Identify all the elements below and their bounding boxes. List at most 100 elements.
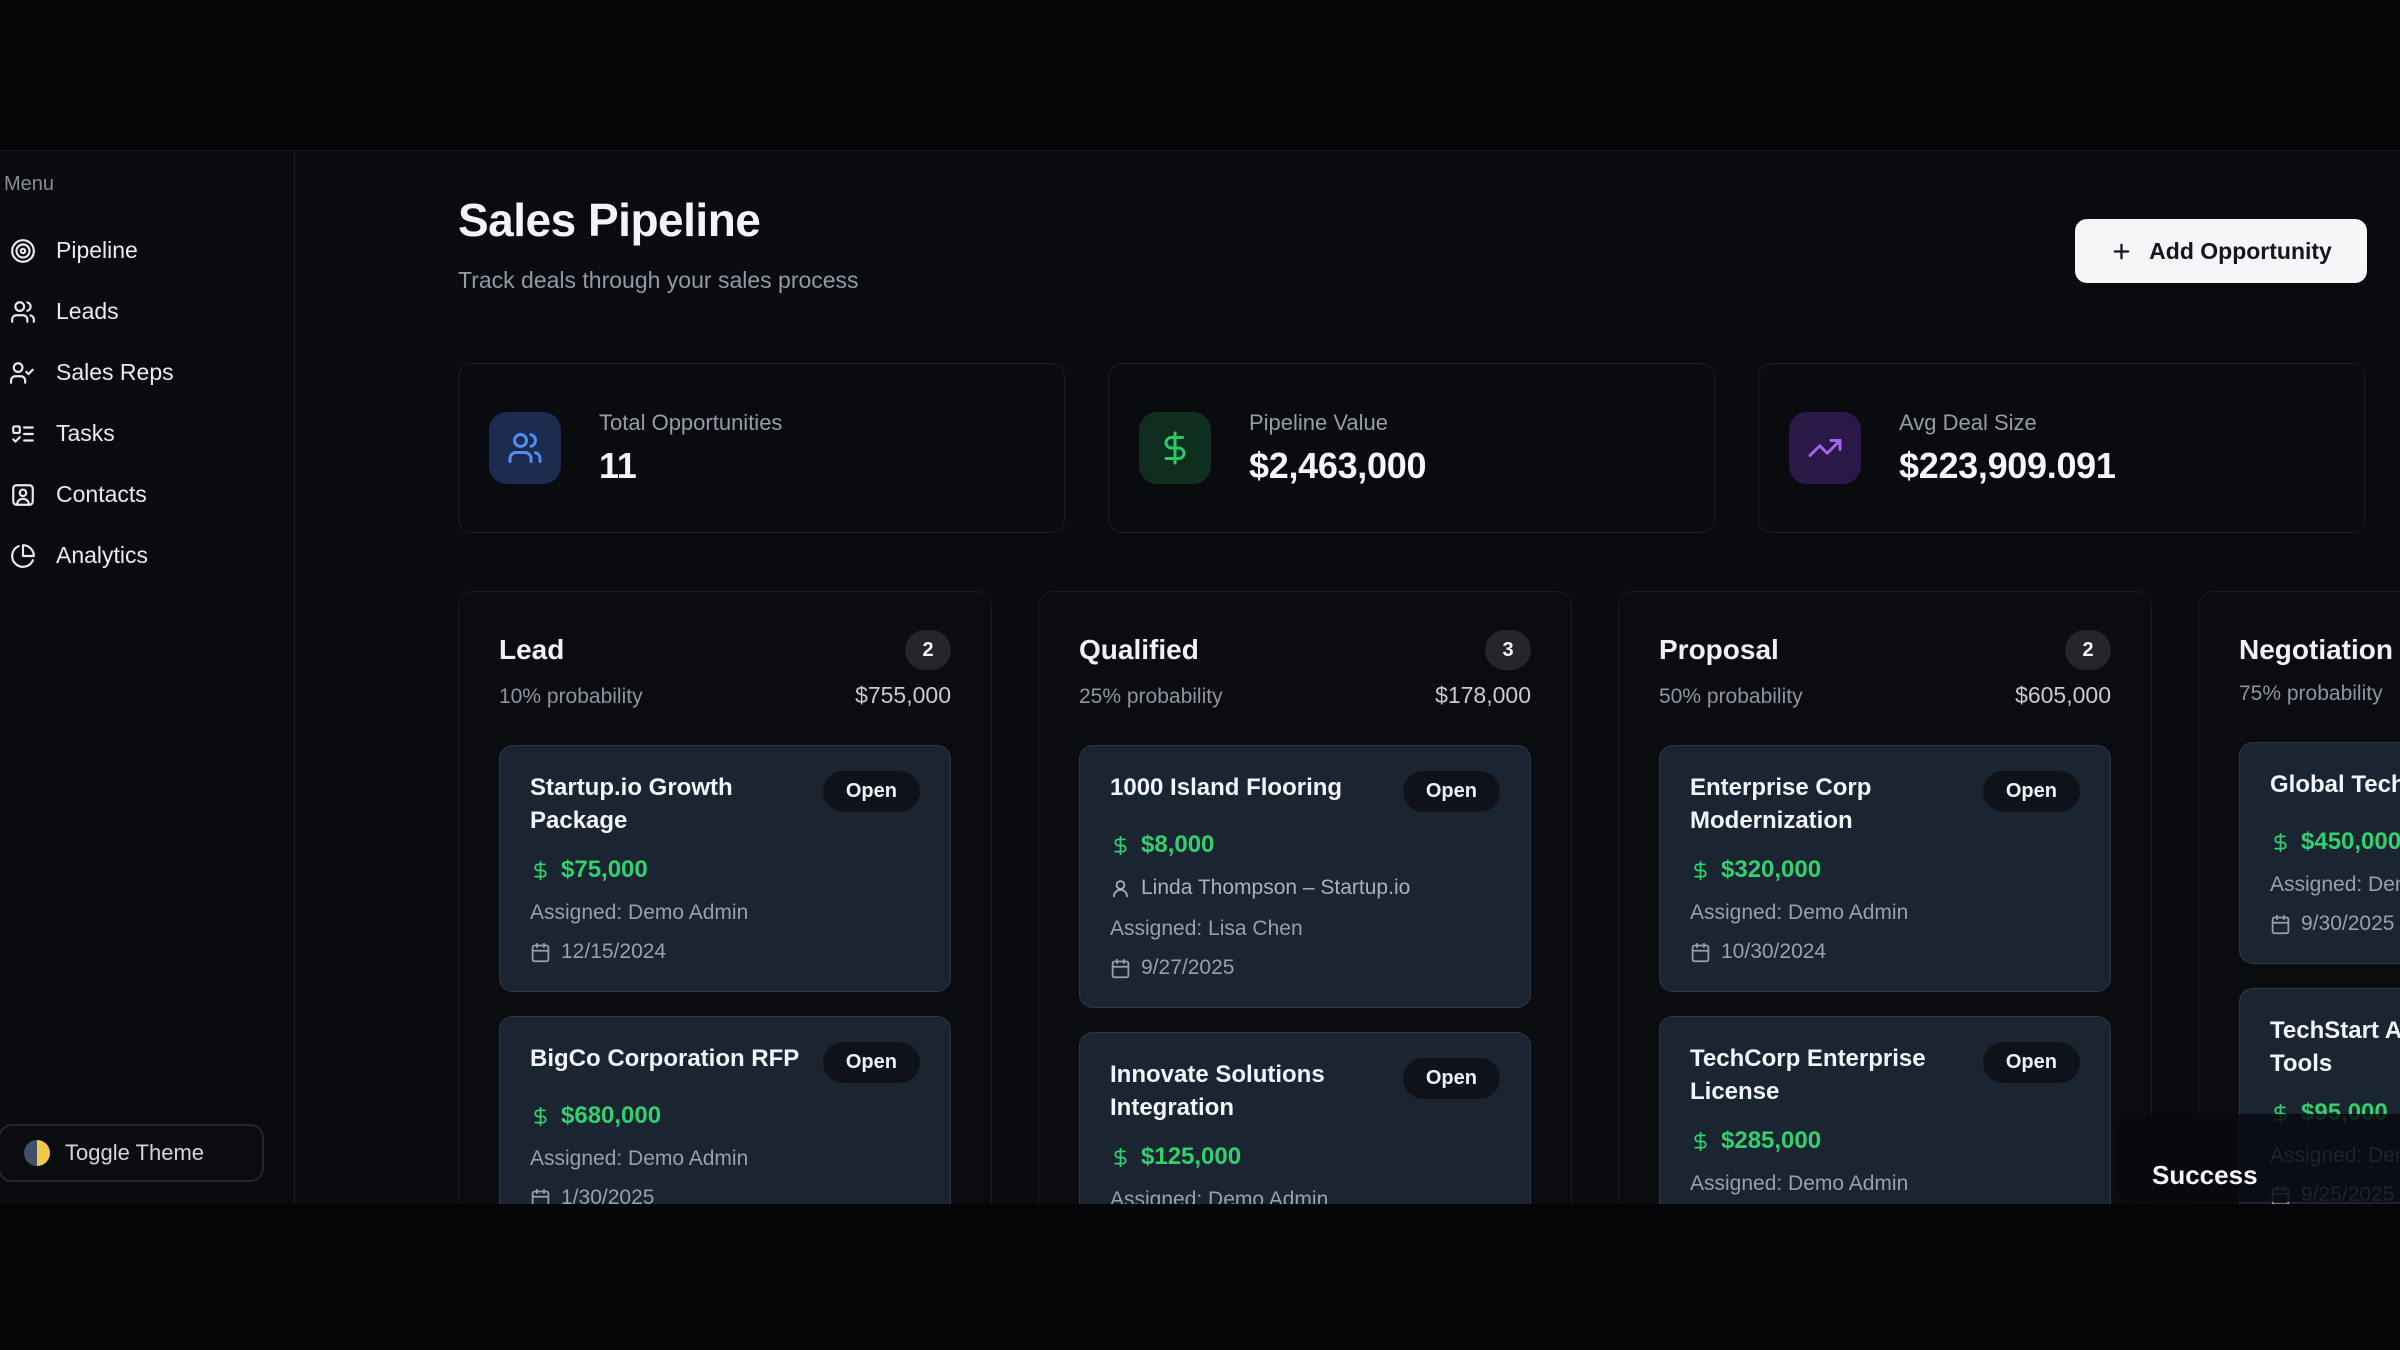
dollar-icon	[1139, 412, 1211, 484]
status-badge: Open	[823, 1042, 920, 1083]
page-title: Sales Pipeline	[458, 193, 760, 247]
users-icon	[10, 299, 36, 325]
stat-label: Total Opportunities	[599, 410, 782, 436]
menu-section-label: Menu	[4, 173, 294, 196]
column-count-badge: 3	[1485, 630, 1531, 670]
card-assigned: Assigned: Demo Admin	[530, 901, 920, 925]
card-value: $125,000	[1141, 1143, 1241, 1171]
opportunity-card[interactable]: BigCo Corporation RFP Open $680,000 Assi…	[499, 1016, 951, 1204]
kanban-board: Lead 2 10% probability $755,000 Startup.…	[458, 591, 2400, 1204]
page-subtitle: Track deals through your sales process	[458, 267, 859, 294]
calendar-icon	[1110, 958, 1131, 979]
opportunity-card[interactable]: 1000 Island Flooring Open $8,000 Linda T…	[1079, 745, 1531, 1008]
card-title: BigCo Corporation RFP	[530, 1042, 799, 1075]
contact-card-icon	[10, 482, 36, 508]
target-icon	[10, 238, 36, 264]
card-title: Global Tech Expansion	[2270, 768, 2400, 801]
opportunity-card[interactable]: Startup.io Growth Package Open $75,000 A…	[499, 745, 951, 992]
half-moon-icon	[24, 1140, 50, 1166]
toggle-theme-label: Toggle Theme	[65, 1140, 204, 1166]
opportunity-card[interactable]: Enterprise Corp Modernization Open $320,…	[1659, 745, 2111, 992]
opportunity-card[interactable]: TechCorp Enterprise License Open $285,00…	[1659, 1016, 2111, 1204]
card-date: 9/30/2025	[2301, 912, 2394, 936]
card-value: $680,000	[561, 1102, 661, 1130]
card-value: $320,000	[1721, 856, 1821, 884]
column-count-badge: 2	[905, 630, 951, 670]
sidebar-item-analytics[interactable]: Analytics	[0, 525, 294, 586]
column-total: $605,000	[2015, 682, 2111, 709]
card-date: 1/30/2025	[561, 1186, 654, 1204]
calendar-icon	[2270, 914, 2291, 935]
column-count-badge: 2	[2065, 630, 2111, 670]
card-title: Startup.io Growth Package	[530, 771, 809, 837]
sidebar-item-label: Contacts	[56, 481, 147, 508]
card-title: 1000 Island Flooring	[1110, 771, 1342, 804]
stat-value: $223,909.091	[1899, 445, 2116, 487]
card-assigned: Assigned: Demo Admin	[1110, 1188, 1500, 1204]
add-opportunity-button[interactable]: Add Opportunity	[2075, 219, 2367, 283]
kanban-column-qualified: Qualified 3 25% probability $178,000 100…	[1038, 591, 1572, 1204]
sidebar-item-label: Sales Reps	[56, 359, 174, 386]
users-icon	[489, 412, 561, 484]
sidebar-item-leads[interactable]: Leads	[0, 281, 294, 342]
card-value: $285,000	[1721, 1127, 1821, 1155]
opportunity-card[interactable]: Innovate Solutions Integration Open $125…	[1079, 1032, 1531, 1204]
status-badge: Open	[1403, 771, 1500, 812]
app-window: Menu Pipeline Leads Sales Reps Tasks	[0, 150, 2400, 1203]
success-toast: Success	[2115, 1114, 2400, 1202]
card-assigned: Assigned: Demo Admin	[1690, 901, 2080, 925]
column-probability: 10% probability	[499, 685, 643, 709]
card-value: $75,000	[561, 856, 648, 884]
stat-value: 11	[599, 445, 782, 487]
sidebar-item-contacts[interactable]: Contacts	[0, 464, 294, 525]
sidebar-item-sales-reps[interactable]: Sales Reps	[0, 342, 294, 403]
stat-card-avg-deal-size: Avg Deal Size $223,909.091	[1758, 363, 2365, 533]
status-badge: Open	[1983, 771, 2080, 812]
list-todo-icon	[10, 421, 36, 447]
user-check-icon	[10, 360, 36, 386]
sidebar-item-label: Tasks	[56, 420, 115, 447]
calendar-icon	[530, 942, 551, 963]
opportunity-card[interactable]: Global Tech Expansion Open $450,000 Assi…	[2239, 742, 2400, 964]
kanban-column-lead: Lead 2 10% probability $755,000 Startup.…	[458, 591, 992, 1204]
stat-label: Avg Deal Size	[1899, 410, 2116, 436]
column-title: Qualified	[1079, 634, 1199, 666]
dollar-icon	[2270, 832, 2291, 853]
toggle-theme-button[interactable]: Toggle Theme	[0, 1124, 264, 1182]
card-assigned: Assigned: Demo Admin	[1690, 1172, 2080, 1196]
stat-label: Pipeline Value	[1249, 410, 1426, 436]
card-title: TechCorp Enterprise License	[1690, 1042, 1926, 1108]
sidebar-item-label: Analytics	[56, 542, 148, 569]
dollar-icon	[1110, 1147, 1131, 1168]
sidebar-nav: Pipeline Leads Sales Reps Tasks Contacts	[0, 220, 294, 586]
status-badge: Open	[1983, 1042, 2080, 1083]
sidebar-item-tasks[interactable]: Tasks	[0, 403, 294, 464]
calendar-icon	[1690, 942, 1711, 963]
dollar-icon	[530, 860, 551, 881]
column-probability: 75% probability	[2239, 682, 2383, 706]
pie-chart-icon	[10, 543, 36, 569]
column-probability: 50% probability	[1659, 685, 1803, 709]
card-date: 10/30/2024	[1721, 940, 1826, 964]
stat-card-total-opportunities: Total Opportunities 11	[458, 363, 1065, 533]
trending-up-icon	[1789, 412, 1861, 484]
card-title: Innovate Solutions Integration	[1110, 1058, 1325, 1124]
card-value: $450,000	[2301, 828, 2400, 856]
dollar-icon	[530, 1106, 551, 1127]
user-icon	[1110, 878, 1131, 899]
card-assigned: Assigned: Lisa Chen	[1110, 917, 1500, 941]
card-value: $8,000	[1141, 831, 1214, 859]
sidebar-item-label: Leads	[56, 298, 119, 325]
status-badge: Open	[823, 771, 920, 812]
sidebar: Menu Pipeline Leads Sales Reps Tasks	[0, 151, 295, 1204]
card-date: 12/15/2024	[561, 940, 666, 964]
card-contact: Linda Thompson – Startup.io	[1141, 876, 1410, 900]
column-probability: 25% probability	[1079, 685, 1223, 709]
column-title: Negotiation	[2239, 634, 2393, 666]
kanban-column-negotiation: Negotiation 75% probability Global Tech …	[2198, 591, 2400, 1204]
sidebar-item-label: Pipeline	[56, 237, 138, 264]
sidebar-item-pipeline[interactable]: Pipeline	[0, 220, 294, 281]
add-opportunity-label: Add Opportunity	[2149, 238, 2332, 265]
card-title: Enterprise Corp Modernization	[1690, 771, 1871, 837]
card-date: 9/27/2025	[1141, 956, 1234, 980]
